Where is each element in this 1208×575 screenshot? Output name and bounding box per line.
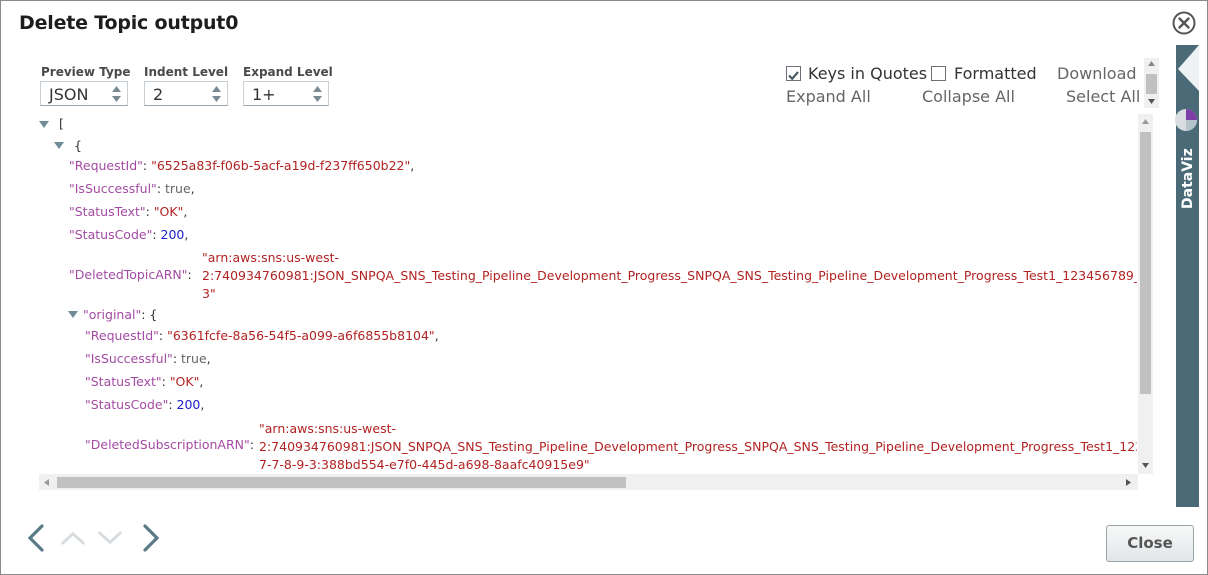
expand-level-value: 1+: [252, 85, 276, 104]
scroll-down-arrow-icon[interactable]: [1148, 99, 1155, 104]
tree-horizontal-scrollbar[interactable]: [39, 474, 1138, 490]
json-open-brace: {: [74, 138, 82, 153]
nav-next-icon[interactable]: [137, 523, 163, 553]
spinner-arrows-icon: [212, 86, 221, 102]
json-row: "DeletedSubscriptionARN":: [85, 437, 254, 452]
download-link[interactable]: Download: [1057, 64, 1137, 83]
json-row: "StatusText": "OK",: [69, 204, 188, 219]
json-string-value: "arn:aws:sns:us-west-: [259, 421, 397, 436]
json-string-value: 2:740934760981:JSON_SNPQA_SNS_Testing_Pi…: [202, 268, 1137, 283]
indent-level-label: Indent Level: [144, 65, 229, 79]
expand-triangle-icon[interactable]: [68, 311, 78, 318]
scroll-right-arrow-icon[interactable]: [1126, 479, 1131, 486]
json-row: "StatusCode": 200,: [69, 227, 189, 242]
checkbox-checked-icon: [788, 71, 799, 81]
nav-prev-icon[interactable]: [24, 523, 50, 553]
close-circle-icon[interactable]: [1172, 11, 1196, 35]
json-open-bracket: [: [59, 116, 64, 131]
pie-chart-icon: [1175, 109, 1197, 131]
scroll-up-arrow-icon[interactable]: [1142, 119, 1149, 124]
scroll-down-arrow-icon[interactable]: [1142, 463, 1149, 468]
scroll-up-arrow-icon[interactable]: [1148, 61, 1155, 66]
preview-type-select[interactable]: JSON: [40, 81, 128, 106]
nav-up-icon[interactable]: [60, 523, 86, 553]
collapse-all-link[interactable]: Collapse All: [922, 87, 1015, 106]
json-row: "IsSuccessful": true,: [69, 181, 195, 196]
json-preview-tree[interactable]: [ { "RequestId": "6525a83f-f06b-5acf-a19…: [39, 114, 1137, 474]
nav-down-icon[interactable]: [97, 523, 123, 553]
spinner-arrows-icon: [112, 86, 121, 102]
preview-dialog: Delete Topic output0 Preview Type JSON I…: [0, 0, 1208, 575]
options-scrollbar[interactable]: [1144, 58, 1159, 108]
json-row: "original": {: [83, 307, 158, 322]
json-row: "DeletedTopicARN":: [69, 267, 192, 282]
json-row: "RequestId": "6361fcfe-8a56-54f5-a099-a6…: [85, 328, 439, 343]
json-string-value: "arn:aws:sns:us-west-: [202, 250, 340, 265]
json-row: "IsSuccessful": true,: [85, 351, 211, 366]
formatted-checkbox[interactable]: [931, 66, 946, 81]
options-scrollbar-thumb[interactable]: [1146, 74, 1157, 94]
json-row: "RequestId": "6525a83f-f06b-5acf-a19d-f2…: [69, 158, 415, 173]
preview-type-label: Preview Type: [41, 65, 131, 79]
tree-horizontal-scrollbar-thumb[interactable]: [57, 477, 626, 488]
tree-vertical-scrollbar-thumb[interactable]: [1140, 132, 1151, 394]
keys-in-quotes-label[interactable]: Keys in Quotes: [808, 64, 927, 83]
expand-level-label: Expand Level: [243, 65, 333, 79]
expand-triangle-icon[interactable]: [54, 142, 64, 149]
select-all-link[interactable]: Select All: [1066, 87, 1140, 106]
indent-level-select[interactable]: 2: [144, 81, 228, 106]
json-string-value: 2:740934760981:JSON_SNPQA_SNS_Testing_Pi…: [259, 439, 1137, 454]
expand-all-link[interactable]: Expand All: [786, 87, 871, 106]
close-button[interactable]: Close: [1106, 525, 1194, 562]
expand-triangle-icon[interactable]: [39, 121, 49, 128]
dataviz-label: DataViz: [1180, 148, 1196, 209]
tree-vertical-scrollbar[interactable]: [1138, 114, 1153, 474]
scroll-left-arrow-icon[interactable]: [44, 479, 49, 486]
expand-level-select[interactable]: 1+: [243, 81, 329, 106]
keys-in-quotes-checkbox[interactable]: [786, 66, 801, 81]
collapse-panel-icon[interactable]: [1176, 45, 1199, 95]
formatted-label[interactable]: Formatted: [954, 64, 1037, 83]
dataviz-side-tab[interactable]: DataViz: [1175, 45, 1199, 507]
preview-type-value: JSON: [49, 85, 89, 104]
spinner-arrows-icon: [313, 86, 322, 102]
indent-level-value: 2: [153, 85, 164, 104]
json-row: "StatusCode": 200,: [85, 397, 205, 412]
json-string-value: 3": [202, 286, 216, 301]
dialog-title: Delete Topic output0: [19, 12, 239, 34]
json-string-value: 7-7-8-9-3:388bd554-e7f0-445d-a698-8aafc4…: [259, 457, 590, 472]
json-row: "StatusText": "OK",: [85, 374, 204, 389]
